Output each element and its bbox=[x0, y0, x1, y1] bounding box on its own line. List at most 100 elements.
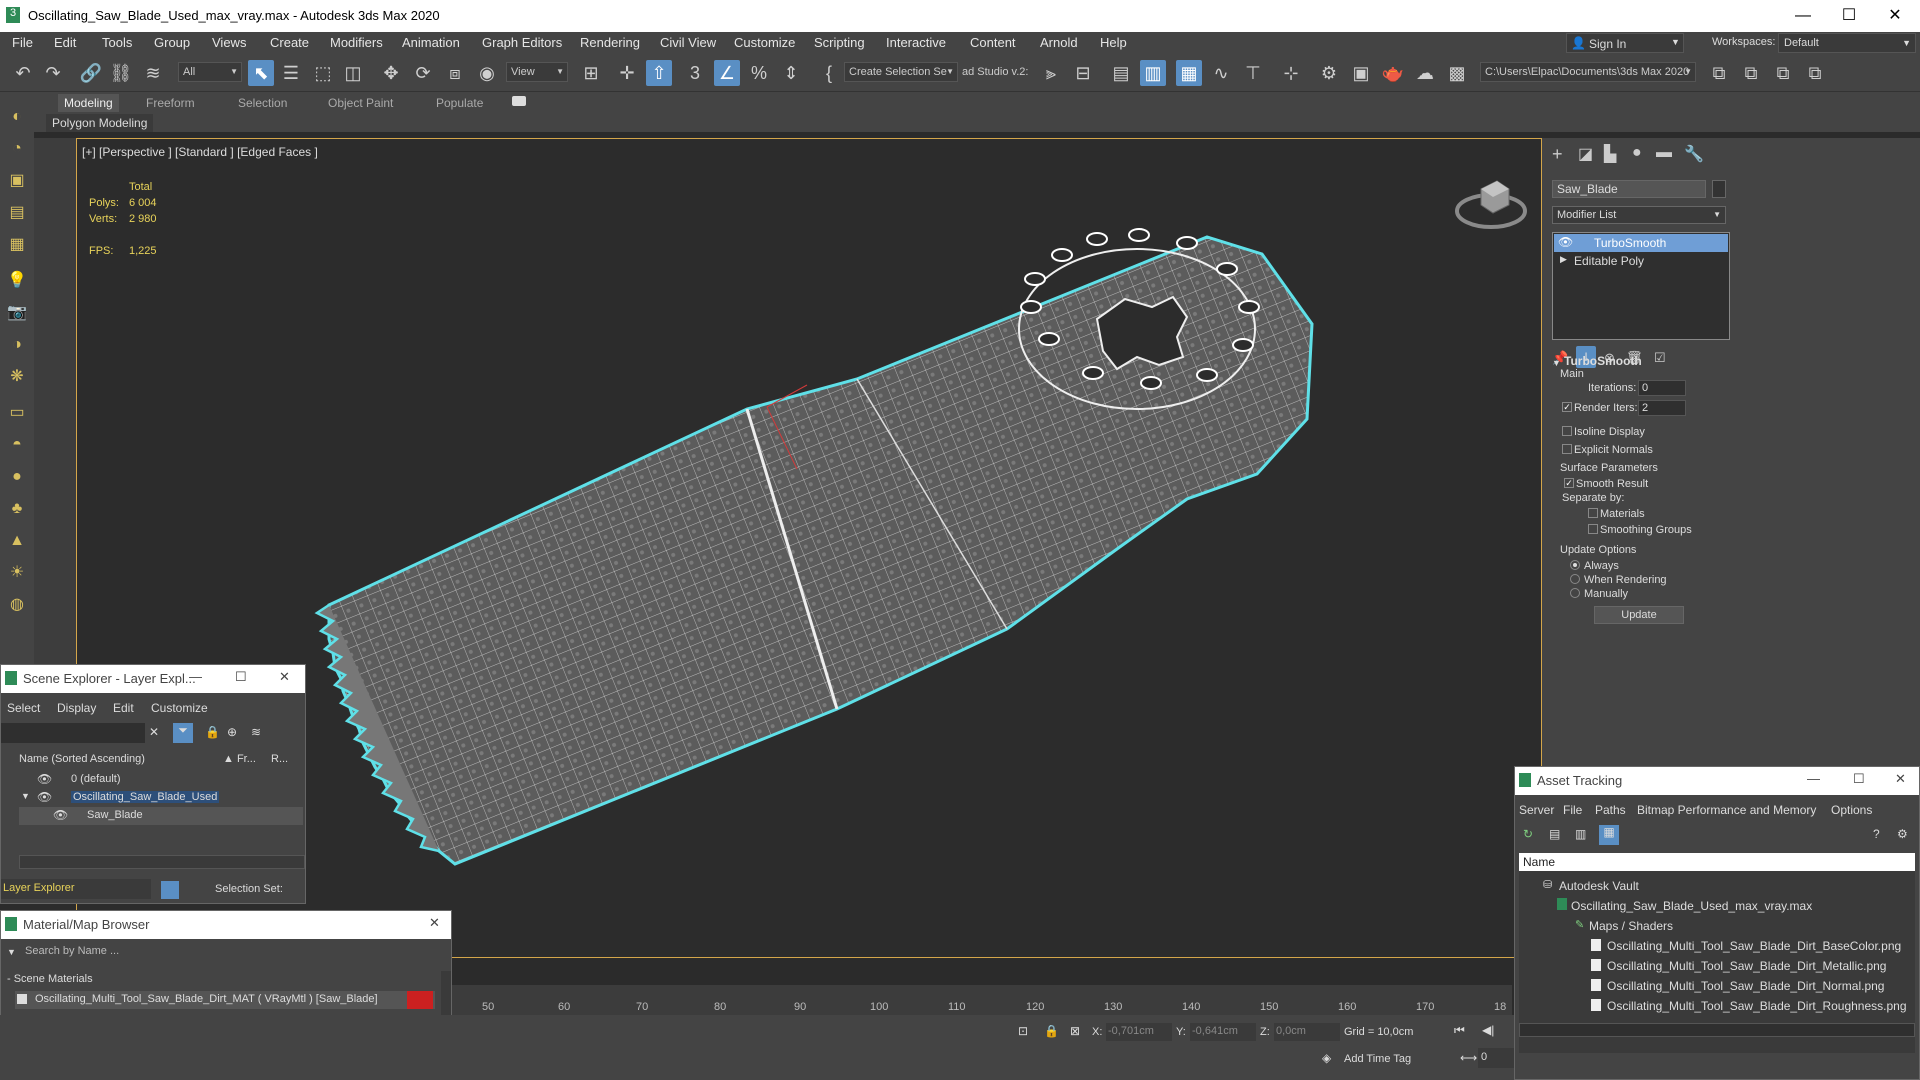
layer-row[interactable]: ▼ 👁 Oscillating_Saw_Blade_Used bbox=[19, 789, 303, 807]
redo-icon[interactable]: ↷ bbox=[40, 60, 66, 86]
menu-arnold[interactable]: Arnold bbox=[1040, 35, 1078, 50]
tab-selection[interactable]: Selection bbox=[232, 94, 293, 112]
menu-scripting[interactable]: Scripting bbox=[814, 35, 865, 50]
iterations-spinner[interactable]: 0 bbox=[1638, 380, 1686, 396]
rotate-icon[interactable]: ⟳ bbox=[410, 60, 436, 86]
asset-row[interactable]: Oscillating_Multi_Tool_Saw_Blade_Dirt_Ba… bbox=[1591, 937, 1913, 955]
rectangular-selection-icon[interactable]: ⬚ bbox=[310, 60, 336, 86]
modifier-stack[interactable]: 👁 TurboSmooth ▶ Editable Poly bbox=[1552, 232, 1730, 340]
maximize-button[interactable]: ☐ bbox=[1826, 4, 1872, 28]
asset-row[interactable]: ⛁ Autodesk Vault bbox=[1543, 877, 1913, 895]
clear-search-icon[interactable]: ✕ bbox=[149, 725, 159, 739]
undo-icon[interactable]: ↶ bbox=[10, 60, 36, 86]
settings-icon[interactable]: ⚙ bbox=[1897, 827, 1908, 841]
menu-customize[interactable]: Customize bbox=[734, 35, 795, 50]
hierarchy-tab-icon[interactable]: ▙ bbox=[1604, 144, 1616, 164]
a360-gallery-icon[interactable]: ▩ bbox=[1444, 60, 1470, 86]
menu-create[interactable]: Create bbox=[270, 35, 309, 50]
selection-filter-dropdown[interactable]: All ▼ bbox=[178, 62, 242, 82]
select-manipulate-icon[interactable]: ✛ bbox=[614, 60, 640, 86]
cone-icon[interactable]: ▲ bbox=[5, 529, 29, 553]
scale-icon[interactable]: ⧈ bbox=[442, 60, 468, 86]
menu-interactive[interactable]: Interactive bbox=[886, 35, 946, 50]
layer-explorer-icon[interactable] bbox=[161, 881, 179, 899]
modifier-list-dropdown[interactable]: Modifier List ▼ bbox=[1552, 206, 1726, 224]
lock-icon[interactable]: 🔒 bbox=[205, 725, 220, 739]
close-button[interactable]: ✕ bbox=[279, 669, 290, 685]
grid-icon[interactable]: ▦ bbox=[5, 233, 29, 257]
menu-edit[interactable]: Edit bbox=[54, 35, 76, 50]
render-iters-checkbox[interactable]: ✓ bbox=[1562, 402, 1572, 412]
modify-tab-icon[interactable]: ◪ bbox=[1578, 144, 1593, 164]
render-in-cloud-icon[interactable]: ☁ bbox=[1412, 60, 1438, 86]
asset-row[interactable]: Oscillating_Saw_Blade_Used_max_vray.max bbox=[1557, 897, 1913, 915]
add-time-tag[interactable]: Add Time Tag bbox=[1344, 1053, 1411, 1065]
create-tab-icon[interactable]: + bbox=[1552, 144, 1563, 165]
menu-tools[interactable]: Tools bbox=[102, 35, 132, 50]
asset-row[interactable]: Oscillating_Multi_Tool_Saw_Blade_Dirt_Ro… bbox=[1591, 997, 1913, 1015]
eye-icon[interactable]: 👁 bbox=[53, 808, 68, 822]
create-project-icon[interactable]: ⧉ bbox=[1738, 60, 1764, 86]
eye-icon[interactable]: 👁 bbox=[37, 772, 52, 786]
sign-in-button[interactable]: 👤 Sign In ▼ bbox=[1566, 33, 1684, 53]
edit-named-selection-icon[interactable]: { bbox=[816, 60, 842, 86]
time-tag-icon[interactable]: ◈ bbox=[1322, 1051, 1331, 1065]
smooth-result-checkbox[interactable]: ✓ bbox=[1564, 478, 1574, 488]
rollout-collapse-icon[interactable]: ▼ bbox=[1552, 358, 1561, 368]
chevron-down-icon[interactable]: ▼ bbox=[7, 947, 16, 957]
update-button[interactable]: Update bbox=[1594, 606, 1684, 624]
sphere-icon[interactable]: ● bbox=[5, 465, 29, 489]
menu-graph-editors[interactable]: Graph Editors bbox=[482, 35, 562, 50]
asset-row[interactable]: ✎ Maps / Shaders bbox=[1575, 917, 1913, 935]
viewport-nav-icon[interactable]: ◐ bbox=[5, 105, 29, 129]
maximize-button[interactable]: ☐ bbox=[1853, 771, 1865, 787]
rollout-title[interactable]: TurboSmooth bbox=[1564, 354, 1642, 368]
render-iters-spinner[interactable]: 2 bbox=[1638, 400, 1686, 416]
help-icon[interactable]: ? bbox=[1873, 827, 1880, 841]
tab-modeling[interactable]: Modeling bbox=[58, 94, 119, 112]
scene-explorer-titlebar[interactable]: Scene Explorer - Layer Expl... — ☐ ✕ bbox=[1, 665, 305, 693]
window-crossing-icon[interactable]: ◫ bbox=[340, 60, 366, 86]
utilities-tab-icon[interactable]: 🔧 bbox=[1684, 144, 1704, 164]
tab-object-paint[interactable]: Object Paint bbox=[322, 94, 399, 112]
angle-snap-icon[interactable]: ∠ bbox=[714, 60, 740, 86]
project-path-dropdown[interactable]: C:\Users\Elpac\Documents\3ds Max 2020 ▼ bbox=[1480, 62, 1696, 82]
sun-icon[interactable]: ☀ bbox=[5, 561, 29, 585]
scene-materials-header[interactable]: - Scene Materials bbox=[7, 973, 93, 985]
render-icon[interactable]: ▣ bbox=[5, 169, 29, 193]
menu-rendering[interactable]: Rendering bbox=[580, 35, 640, 50]
menu-help[interactable]: Help bbox=[1100, 35, 1127, 50]
place-icon[interactable]: ◉ bbox=[474, 60, 500, 86]
scene-search-input[interactable] bbox=[1, 723, 145, 743]
bind-space-warp-icon[interactable]: ≋ bbox=[140, 60, 166, 86]
add-layer-icon[interactable]: ⊕ bbox=[227, 725, 237, 739]
menu-paths[interactable]: Paths bbox=[1595, 803, 1626, 817]
x-field[interactable]: -0,701cm bbox=[1106, 1023, 1172, 1041]
material-row[interactable]: Oscillating_Multi_Tool_Saw_Blade_Dirt_MA… bbox=[15, 991, 435, 1009]
manually-radio[interactable] bbox=[1570, 588, 1580, 598]
menu-civil-view[interactable]: Civil View bbox=[660, 35, 716, 50]
reference-coordinate-dropdown[interactable]: View ▼ bbox=[506, 62, 568, 82]
horizontal-scrollbar[interactable] bbox=[19, 855, 305, 869]
material-browser-titlebar[interactable]: Material/Map Browser ✕ bbox=[1, 911, 451, 939]
isoline-display-checkbox[interactable] bbox=[1562, 426, 1572, 436]
dome-icon[interactable]: ◓ bbox=[5, 433, 29, 457]
menu-file[interactable]: File bbox=[1563, 803, 1582, 817]
disc-icon[interactable]: ◍ bbox=[5, 593, 29, 617]
menu-bitmap-performance[interactable]: Bitmap Performance and Memory bbox=[1637, 803, 1816, 817]
keyboard-shortcut-override-icon[interactable]: ⇧ bbox=[646, 60, 672, 86]
object-color-swatch[interactable] bbox=[1712, 180, 1726, 198]
time-config-icon[interactable]: ⟷ bbox=[1460, 1051, 1477, 1065]
stack-item-editable-poly[interactable]: ▶ Editable Poly bbox=[1554, 252, 1728, 270]
render-setup-icon[interactable]: ⚙ bbox=[1316, 60, 1342, 86]
chevron-right-icon[interactable]: ▶ bbox=[1560, 254, 1567, 265]
layer-icon[interactable]: ▤ bbox=[5, 201, 29, 225]
material-search-input[interactable]: Search by Name ... bbox=[25, 945, 119, 957]
grid-view-icon[interactable]: ▦ bbox=[1599, 825, 1619, 845]
project-settings-icon[interactable]: ⧉ bbox=[1802, 60, 1828, 86]
box-icon[interactable]: ▭ bbox=[5, 401, 29, 425]
workspaces-dropdown[interactable]: Default ▼ bbox=[1778, 33, 1916, 53]
table-view-icon[interactable]: ▥ bbox=[1575, 827, 1586, 841]
asset-row[interactable]: Oscillating_Multi_Tool_Saw_Blade_Dirt_Me… bbox=[1591, 957, 1913, 975]
menu-group[interactable]: Group bbox=[154, 35, 190, 50]
